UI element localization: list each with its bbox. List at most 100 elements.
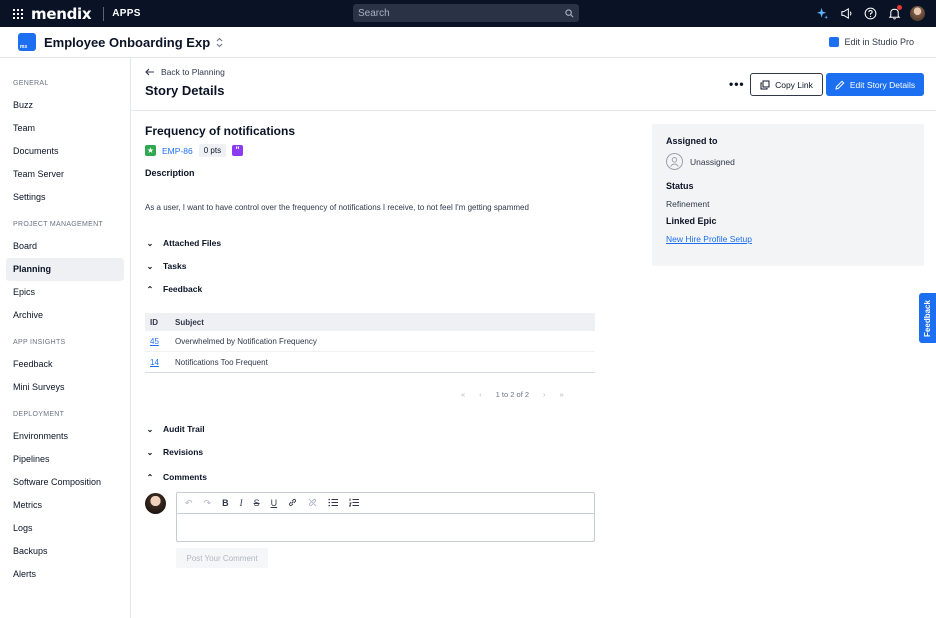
page-title: Story Details [145, 83, 225, 98]
sidebar-item-feedback[interactable]: Feedback [6, 353, 124, 376]
app-switcher-icon[interactable] [13, 8, 23, 19]
feedback-tab-label: Feedback [923, 299, 932, 337]
section-label: Tasks [163, 261, 187, 271]
sidebar-item-planning[interactable]: Planning [6, 258, 124, 281]
linked-epic-link[interactable]: New Hire Profile Setup [666, 234, 752, 244]
chevron-down-icon: ⌄ [146, 424, 154, 434]
linked-epic-label: Linked Epic [666, 216, 717, 226]
description-text: As a user, I want to have control over t… [145, 203, 529, 212]
unlink-icon[interactable] [308, 498, 317, 509]
feedback-table: ID Subject 45 Overwhelmed by Notificatio… [145, 313, 595, 373]
copy-link-button[interactable]: Copy Link [750, 73, 823, 96]
redo-icon[interactable]: ↷ [204, 498, 212, 509]
sidebar-item-environments[interactable]: Environments [6, 425, 124, 448]
app-header: Employee Onboarding Exp Edit in Studio P… [0, 27, 936, 58]
copy-link-label: Copy Link [775, 79, 813, 90]
edit-story-details-button[interactable]: Edit Story Details [826, 73, 924, 96]
sidebar-item-mini-surveys[interactable]: Mini Surveys [6, 376, 124, 399]
mendix-logo[interactable]: mendix [31, 5, 92, 23]
story-type-star-icon: ★ [145, 145, 156, 156]
sidebar-item-buzz[interactable]: Buzz [6, 94, 124, 117]
numbered-list-icon[interactable] [348, 498, 360, 509]
search-box[interactable] [353, 4, 579, 22]
user-avatar[interactable] [910, 5, 925, 21]
arrow-left-icon [145, 68, 154, 76]
search-input[interactable] [358, 7, 565, 19]
edit-in-studio-pro-link[interactable]: Edit in Studio Pro [829, 37, 914, 47]
sidebar-item-documents[interactable]: Documents [6, 140, 124, 163]
sidebar-item-metrics[interactable]: Metrics [6, 494, 124, 517]
column-header-id[interactable]: ID [145, 318, 175, 327]
sidebar-item-team[interactable]: Team [6, 117, 124, 140]
notifications-bell-icon[interactable] [886, 5, 902, 21]
sidebar-item-board[interactable]: Board [6, 235, 124, 258]
undo-icon[interactable]: ↶ [185, 498, 193, 509]
help-icon[interactable] [862, 5, 878, 21]
feedback-section-toggle[interactable]: ⌃ Feedback [145, 284, 203, 294]
underline-icon[interactable]: U [271, 498, 278, 508]
sidebar-item-team-server[interactable]: Team Server [6, 163, 124, 186]
pagination-label: 1 to 2 of 2 [495, 390, 530, 399]
sparkle-ai-icon[interactable] [814, 5, 830, 21]
main-content: Back to Planning Story Details ••• Copy … [131, 58, 936, 618]
feedback-id-link[interactable]: 45 [150, 337, 159, 346]
status-label: Status [666, 181, 694, 191]
feedback-id-link[interactable]: 14 [150, 358, 159, 367]
sidebar-section-title: APP INSIGHTS [13, 339, 66, 346]
post-comment-button[interactable]: Post Your Comment [176, 548, 268, 568]
sidebar-item-archive[interactable]: Archive [6, 304, 124, 327]
feedback-subject: Notifications Too Frequent [175, 357, 268, 367]
revisions-section-toggle[interactable]: ⌄ Revisions [145, 447, 204, 457]
comments-section-toggle[interactable]: ⌃ Comments [145, 472, 207, 482]
bulleted-list-icon[interactable] [328, 498, 339, 509]
chevron-up-icon: ⌃ [146, 472, 154, 482]
top-navigation-bar: mendix APPS [0, 0, 936, 27]
sidebar-section-title: PROJECT MANAGEMENT [13, 221, 104, 228]
feedback-subject: Overwhelmed by Notification Frequency [175, 336, 317, 346]
audit-trail-section-toggle[interactable]: ⌄ Audit Trail [145, 424, 205, 434]
pagination: « ‹ 1 to 2 of 2 › » [461, 390, 564, 399]
strikethrough-icon[interactable]: S [254, 498, 260, 508]
megaphone-icon[interactable] [838, 5, 854, 21]
last-page-icon[interactable]: » [560, 390, 564, 399]
bold-icon[interactable]: B [222, 498, 229, 508]
chevron-down-icon: ⌄ [146, 447, 154, 457]
assigned-to-label: Assigned to [666, 136, 718, 146]
sidebar: GENERAL Buzz Team Documents Team Server Setti… [0, 58, 131, 618]
user-placeholder-icon [666, 153, 683, 170]
app-switch-chevron-icon[interactable] [216, 37, 223, 48]
more-options-button[interactable]: ••• [729, 77, 745, 91]
next-page-icon[interactable]: › [543, 390, 546, 399]
search-icon[interactable] [565, 8, 574, 18]
italic-icon[interactable]: I [240, 498, 243, 508]
back-to-planning-link[interactable]: Back to Planning [145, 67, 225, 77]
previous-page-icon[interactable]: ‹ [479, 390, 482, 399]
edit-story-label: Edit Story Details [849, 79, 916, 90]
apps-link[interactable]: APPS [112, 8, 140, 19]
assignee[interactable]: Unassigned [666, 153, 735, 170]
sidebar-item-settings[interactable]: Settings [6, 186, 124, 209]
feedback-quote-icon: " [232, 145, 244, 156]
sidebar-item-pipelines[interactable]: Pipelines [6, 448, 124, 471]
sidebar-item-epics[interactable]: Epics [6, 281, 124, 304]
section-label: Comments [163, 472, 207, 482]
app-logo-icon [18, 33, 36, 51]
attached-files-section-toggle[interactable]: ⌄ Attached Files [145, 238, 221, 248]
sidebar-item-alerts[interactable]: Alerts [6, 563, 124, 586]
story-id[interactable]: EMP-86 [162, 146, 193, 156]
feedback-side-tab[interactable]: Feedback [919, 293, 936, 343]
first-page-icon[interactable]: « [461, 390, 465, 399]
tasks-section-toggle[interactable]: ⌄ Tasks [145, 261, 187, 271]
story-title: Frequency of notifications [145, 124, 296, 138]
story-points-badge: 0 pts [198, 144, 227, 157]
link-icon[interactable] [288, 498, 297, 509]
pencil-icon [835, 80, 845, 90]
column-header-subject[interactable]: Subject [175, 318, 595, 327]
sidebar-item-backups[interactable]: Backups [6, 540, 124, 563]
sidebar-section-title: GENERAL [13, 80, 49, 87]
chevron-down-icon: ⌄ [146, 261, 154, 271]
sidebar-item-software-composition[interactable]: Software Composition [6, 471, 124, 494]
sidebar-item-logs[interactable]: Logs [6, 517, 124, 540]
assignee-name: Unassigned [690, 156, 735, 167]
chevron-up-icon: ⌃ [146, 284, 154, 294]
